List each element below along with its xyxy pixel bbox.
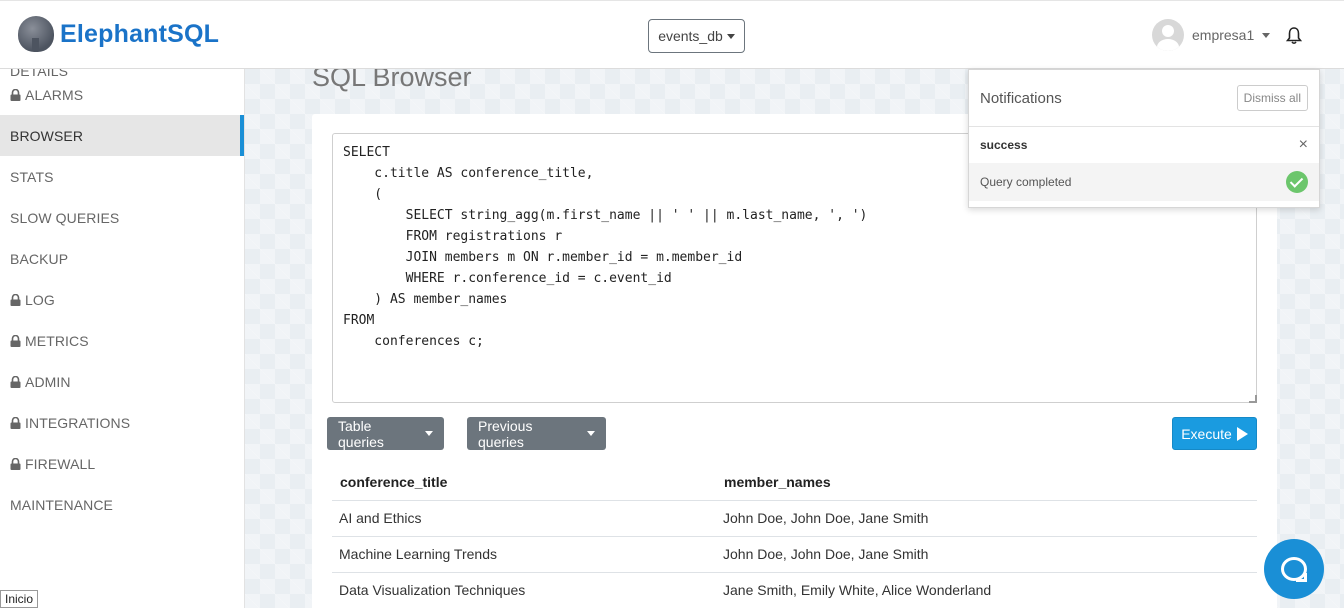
table-cell: Machine Learning Trends [332,536,716,573]
sidebar-item-stats[interactable]: STATS [0,156,244,197]
chevron-down-icon [425,431,433,436]
sidebar-item-admin[interactable]: ADMIN [0,361,244,402]
lock-icon [10,375,21,388]
sidebar-item-label: INTEGRATIONS [25,414,131,431]
lock-icon [10,457,21,470]
sidebar-item-label: BACKUP [10,250,69,267]
check-circle-icon [1286,171,1308,193]
avatar [1152,19,1184,51]
logo[interactable]: ElephantSQL [18,16,219,52]
logo-text: ElephantSQL [60,19,220,48]
status-bar-text: Inicio [0,590,39,608]
notification-message: Query completed [980,175,1072,189]
notification-title: success [980,138,1028,152]
lock-icon [10,293,21,306]
notifications-title: Notifications [980,89,1062,107]
play-icon [1236,426,1248,441]
resize-handle[interactable] [1249,395,1257,403]
close-icon[interactable]: × [1299,136,1308,154]
database-select[interactable]: events_db [648,19,745,53]
sidebar-item-label: SLOW QUERIES [10,209,120,226]
sidebar-item-label: STATS [10,168,54,185]
notifications-header: Notifications Dismiss all [969,70,1319,127]
sidebar: DETAILS ALARMS BROWSER STATS SLOW QUERIES BAC… [0,63,245,608]
table-cell: AI and Ethics [332,500,716,537]
sidebar-item-label: ADMIN [25,373,71,390]
lock-icon [10,88,21,101]
column-header: member_names [716,464,1257,501]
table-header-row: conference_title member_names [332,464,1257,501]
previous-queries-button[interactable]: Previous queries [467,417,606,450]
table-cell: John Doe, John Doe, Jane Smith [716,500,1257,537]
table-queries-button[interactable]: Table queries [327,417,444,450]
sidebar-item-label: BROWSER [10,127,84,144]
notification-item-header: success × [969,127,1319,163]
sidebar-item-maintenance[interactable]: MAINTENANCE [0,484,244,525]
sidebar-item-label: LOG [25,291,55,308]
table-row: Machine Learning Trends John Doe, John D… [332,536,1257,573]
chat-icon [1281,557,1307,582]
sidebar-item-alarms[interactable]: ALARMS [0,74,244,115]
username: empresa1 [1192,27,1255,43]
top-navbar: ElephantSQL events_db empresa1 [0,0,1344,69]
notification-item-body: Query completed [969,163,1319,201]
chevron-down-icon [1262,32,1271,38]
table-row: Data Visualization Techniques Jane Smith… [332,572,1257,608]
previous-queries-label: Previous queries [478,417,533,450]
sidebar-item-label: METRICS [25,332,89,349]
sidebar-item-backup[interactable]: BACKUP [0,238,244,279]
table-cell: John Doe, John Doe, Jane Smith [716,536,1257,573]
table-cell: Data Visualization Techniques [332,572,716,608]
sidebar-item-integrations[interactable]: INTEGRATIONS [0,402,244,443]
chevron-down-icon [587,431,595,436]
sidebar-item-label: ALARMS [25,86,84,103]
notifications-panel: Notifications Dismiss all success × Quer… [968,69,1320,208]
table-row: AI and Ethics John Doe, John Doe, Jane S… [332,500,1257,537]
dismiss-all-button[interactable]: Dismiss all [1236,85,1308,111]
sidebar-item-label: FIREWALL [25,455,96,472]
elephant-logo-icon [18,16,54,52]
sidebar-item-browser[interactable]: BROWSER [0,115,244,156]
results-table: conference_title member_names AI and Eth… [332,464,1257,608]
chat-launcher-button[interactable] [1264,539,1324,599]
lock-icon [10,416,21,429]
table-cell: Jane Smith, Emily White, Alice Wonderlan… [716,572,1257,608]
lock-icon [10,334,21,347]
table-queries-label: Table queries [338,417,384,450]
execute-label: Execute [1181,425,1232,442]
sidebar-item-slow-queries[interactable]: SLOW QUERIES [0,197,244,238]
bell-icon[interactable] [1286,27,1302,45]
sidebar-item-log[interactable]: LOG [0,279,244,320]
sidebar-item-metrics[interactable]: METRICS [0,320,244,361]
column-header: conference_title [332,464,716,501]
execute-button[interactable]: Execute [1172,417,1257,450]
database-select-value: events_db [658,28,723,44]
sidebar-item-label: MAINTENANCE [10,496,113,513]
sidebar-item-firewall[interactable]: FIREWALL [0,443,244,484]
user-menu[interactable]: empresa1 [1152,19,1271,51]
chevron-down-icon [726,33,735,39]
